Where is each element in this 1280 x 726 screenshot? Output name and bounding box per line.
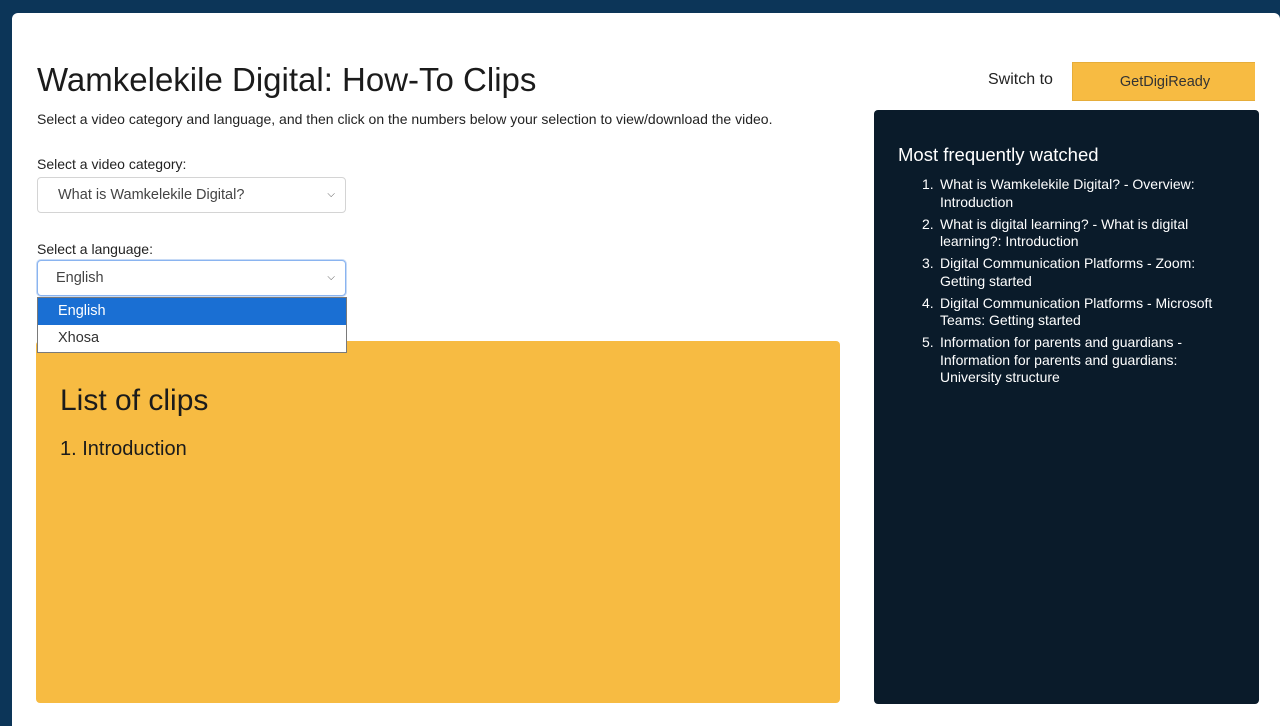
category-select[interactable]: What is Wamkelekile Digital? ⌵ — [37, 177, 346, 213]
most-watched-item[interactable]: 1. What is Wamkelekile Digital? - Overvie… — [922, 176, 1236, 211]
item-text: What is Wamkelekile Digital? - Overview:… — [940, 176, 1195, 210]
language-select[interactable]: English ⌵ — [37, 260, 346, 296]
item-text: Digital Communication Platforms - Micros… — [940, 294, 1213, 329]
language-option-xhosa[interactable]: Xhosa — [38, 325, 346, 352]
most-watched-panel: Most frequently watched 1. What is Wamkel… — [874, 110, 1259, 704]
item-number: 3. — [922, 255, 934, 271]
item-number: 1. — [922, 176, 934, 192]
item-text: What is digital learning? - What is digi… — [940, 215, 1189, 250]
most-watched-item[interactable]: 5. Information for parents and guardians … — [922, 334, 1236, 387]
language-dropdown: English Xhosa — [37, 297, 347, 353]
language-label: Select a language: — [37, 241, 153, 257]
category-select-value: What is Wamkelekile Digital? — [58, 187, 245, 203]
clips-panel: List of clips 1. Introduction — [36, 341, 840, 703]
most-watched-item[interactable]: 3. Digital Communication Platforms - Zoom… — [922, 255, 1236, 290]
item-text: Digital Communication Platforms - Zoom: … — [940, 255, 1196, 289]
switch-to-getdigiready-button[interactable]: GetDigiReady — [1072, 62, 1258, 101]
clips-title: List of clips — [60, 384, 209, 417]
item-text: Information for parents and guardians - … — [940, 334, 1183, 385]
most-watched-list: 1. What is Wamkelekile Digital? - Overvie… — [922, 176, 1236, 391]
clip-item[interactable]: 1. Introduction — [60, 437, 187, 461]
language-select-value: English — [56, 270, 104, 286]
language-option-english[interactable]: English — [38, 298, 346, 325]
item-number: 4. — [922, 294, 934, 311]
chevron-down-icon: ⌵ — [327, 272, 335, 283]
item-number: 5. — [922, 334, 934, 350]
page-frame: Wamkelekile Digital: How-To Clips Switch… — [12, 13, 1280, 726]
most-watched-title: Most frequently watched — [898, 144, 1099, 165]
most-watched-item[interactable]: 4. Digital Communication Platforms - Micr… — [922, 294, 1236, 330]
item-number: 2. — [922, 215, 934, 232]
chevron-down-icon: ⌵ — [327, 189, 335, 200]
intro-text: Select a video category and language, an… — [37, 111, 773, 127]
switch-label: Switch to — [988, 71, 1053, 88]
page-title: Wamkelekile Digital: How-To Clips — [37, 61, 537, 98]
category-label: Select a video category: — [37, 156, 187, 172]
most-watched-item[interactable]: 2. What is digital learning? - What is di… — [922, 215, 1236, 251]
